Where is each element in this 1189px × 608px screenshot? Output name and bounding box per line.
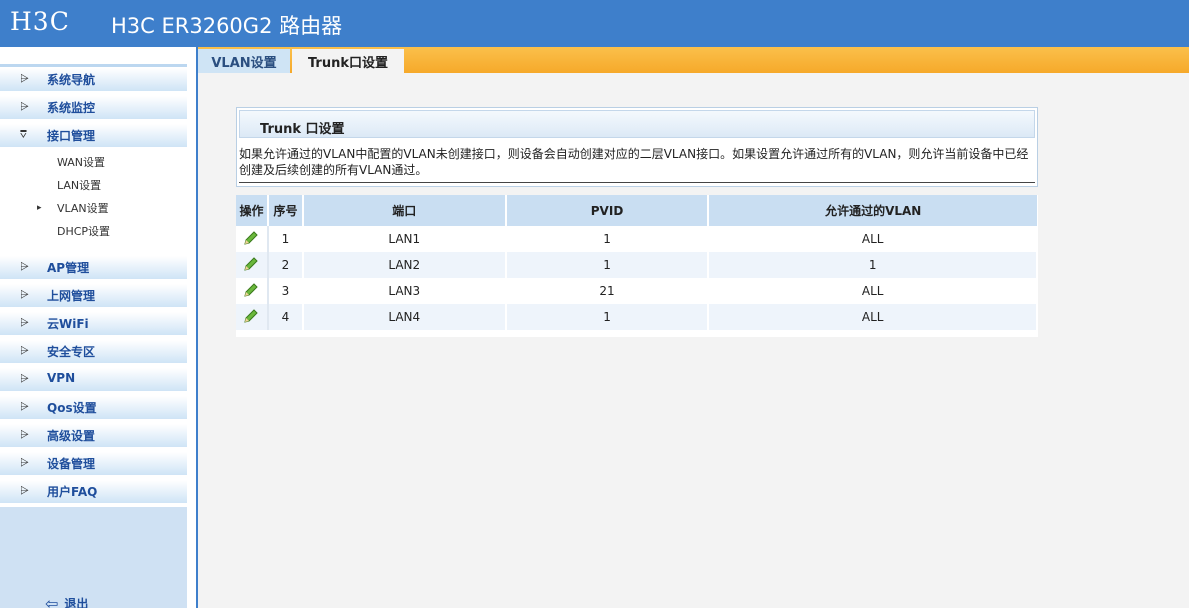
- table-row: 1 LAN1 1 ALL: [236, 226, 1038, 252]
- sidebar-item-cloud-wifi[interactable]: ⩥ 云WiFi: [0, 312, 187, 335]
- panel-header: Trunk 口设置: [239, 110, 1035, 138]
- sidebar: ⩥ 系统导航 ⩥ 系统监控 ⩢ 接口管理 WAN设置 LAN设置 ▸ VLAN设…: [0, 47, 196, 608]
- sidebar-item-label: 系统监控: [47, 101, 96, 115]
- arrow-icon: ⩥: [20, 372, 29, 385]
- app-title: H3C ER3260G2 路由器: [111, 14, 343, 38]
- cell-index: 1: [267, 226, 304, 252]
- sidebar-item-system-nav[interactable]: ⩥ 系统导航: [0, 68, 187, 91]
- cell-pvid: 21: [505, 278, 710, 304]
- sidebar-item-label: 设备管理: [47, 457, 96, 471]
- arrow-icon: ⩥: [20, 400, 29, 413]
- sidebar-item-label: 系统导航: [47, 73, 96, 87]
- sidebar-item-label: Qos设置: [47, 401, 97, 415]
- table-row: 4 LAN4 1 ALL: [236, 304, 1038, 330]
- arrow-icon: ⩥: [20, 100, 29, 113]
- submenu-item-wan[interactable]: WAN设置: [57, 154, 105, 170]
- arrow-icon: ⩥: [20, 344, 29, 357]
- table-row: 3 LAN3 21 ALL: [236, 278, 1038, 304]
- sidebar-item-system-monitor[interactable]: ⩥ 系统监控: [0, 96, 187, 119]
- sidebar-item-internet-mgmt[interactable]: ⩥ 上网管理: [0, 284, 187, 307]
- cell-index: 4: [267, 304, 304, 330]
- submenu-item-vlan[interactable]: VLAN设置: [57, 200, 109, 216]
- edit-cell: [236, 226, 269, 252]
- arrow-icon: ⩥: [20, 288, 29, 301]
- cell-allowed-vlan: ALL: [708, 278, 1038, 304]
- cell-allowed-vlan: ALL: [708, 304, 1038, 330]
- tab-vlan-settings[interactable]: VLAN设置: [198, 49, 290, 73]
- cell-port: LAN3: [302, 278, 507, 304]
- sidebar-item-ap-mgmt[interactable]: ⩥ AP管理: [0, 256, 187, 279]
- pencil-icon[interactable]: [243, 230, 259, 246]
- column-header-port: 端口: [302, 195, 507, 226]
- arrow-icon: ⩥: [20, 72, 29, 85]
- edit-cell: [236, 278, 269, 304]
- trunk-table: 操作 序号 端口 PVID 允许通过的VLAN 1 LAN1 1 ALL 2 L…: [236, 195, 1038, 330]
- cell-pvid: 1: [505, 226, 710, 252]
- sidebar-item-security[interactable]: ⩥ 安全专区: [0, 340, 187, 363]
- main-content: Trunk 口设置 如果允许通过的VLAN中配置的VLAN未创建接口，则设备会自…: [198, 73, 1189, 608]
- panel-title: Trunk 口设置: [260, 122, 345, 137]
- submenu-item-dhcp[interactable]: DHCP设置: [57, 223, 110, 239]
- edit-cell: [236, 252, 269, 278]
- sidebar-item-interface-mgmt[interactable]: ⩢ 接口管理: [0, 124, 187, 147]
- arrow-icon: ⩥: [20, 428, 29, 441]
- sidebar-item-label: 高级设置: [47, 429, 96, 443]
- cell-allowed-vlan: 1: [708, 252, 1038, 278]
- arrow-icon: ⩥: [20, 456, 29, 469]
- cell-port: LAN1: [302, 226, 507, 252]
- sidebar-item-device-mgmt[interactable]: ⩥ 设备管理: [0, 452, 187, 475]
- panel-description: 如果允许通过的VLAN中配置的VLAN未创建接口，则设备会自动创建对应的二层VL…: [239, 147, 1029, 177]
- pencil-icon[interactable]: [243, 308, 259, 324]
- active-marker-icon: ▸: [37, 203, 42, 213]
- tab-trunk-settings[interactable]: Trunk口设置: [292, 49, 404, 73]
- column-header-action: 操作: [236, 195, 269, 226]
- sidebar-item-advanced[interactable]: ⩥ 高级设置: [0, 424, 187, 447]
- sidebar-item-label: 安全专区: [47, 345, 96, 359]
- sidebar-item-user-faq[interactable]: ⩥ 用户FAQ: [0, 480, 187, 503]
- sidebar-item-label: 云WiFi: [47, 317, 89, 331]
- sidebar-item-vpn[interactable]: ⩥ VPN: [0, 368, 187, 391]
- sidebar-footer: [0, 507, 187, 608]
- pencil-icon[interactable]: [243, 282, 259, 298]
- sidebar-item-label: 上网管理: [47, 289, 96, 303]
- sidebar-item-label: 用户FAQ: [47, 485, 98, 499]
- trunk-info-panel: Trunk 口设置 如果允许通过的VLAN中配置的VLAN未创建接口，则设备会自…: [236, 107, 1038, 187]
- arrow-icon: ⩥: [20, 260, 29, 273]
- logout-button[interactable]: ⇦ 退出: [45, 594, 88, 608]
- cell-pvid: 1: [505, 252, 710, 278]
- column-header-allowed-vlan: 允许通过的VLAN: [708, 195, 1037, 226]
- column-header-pvid: PVID: [505, 195, 710, 226]
- table-row: 2 LAN2 1 1: [236, 252, 1038, 278]
- arrow-icon: ⩥: [20, 316, 29, 329]
- sidebar-item-label: AP管理: [47, 261, 90, 275]
- sidebar-item-label: 接口管理: [47, 129, 96, 143]
- arrow-down-icon: ⩢: [20, 128, 27, 141]
- sidebar-item-label: VPN: [47, 371, 76, 385]
- arrow-icon: ⩥: [20, 484, 29, 497]
- logout-icon: ⇦: [45, 594, 59, 608]
- cell-index: 2: [267, 252, 304, 278]
- panel-divider: [239, 182, 1035, 183]
- column-header-index: 序号: [267, 195, 304, 226]
- edit-cell: [236, 304, 269, 330]
- router-admin-app: H3C H3C ER3260G2 路由器 ⩥ 系统导航 ⩥ 系统监控 ⩢ 接口管…: [0, 0, 1189, 608]
- pencil-icon[interactable]: [243, 256, 259, 272]
- logout-label: 退出: [64, 597, 89, 608]
- cell-allowed-vlan: ALL: [708, 226, 1038, 252]
- sidebar-item-qos[interactable]: ⩥ Qos设置: [0, 396, 187, 419]
- cell-index: 3: [267, 278, 304, 304]
- cell-pvid: 1: [505, 304, 710, 330]
- cell-port: LAN2: [302, 252, 507, 278]
- table-footer-spacer: [236, 330, 1038, 337]
- table-header-row: 操作 序号 端口 PVID 允许通过的VLAN: [236, 195, 1037, 226]
- h3c-logo: H3C: [10, 7, 70, 36]
- sidebar-top-divider: [0, 64, 187, 67]
- cell-port: LAN4: [302, 304, 507, 330]
- tab-bar: VLAN设置 Trunk口设置: [198, 47, 1189, 73]
- header-bar: H3C H3C ER3260G2 路由器: [0, 0, 1189, 47]
- submenu-item-lan[interactable]: LAN设置: [57, 177, 101, 193]
